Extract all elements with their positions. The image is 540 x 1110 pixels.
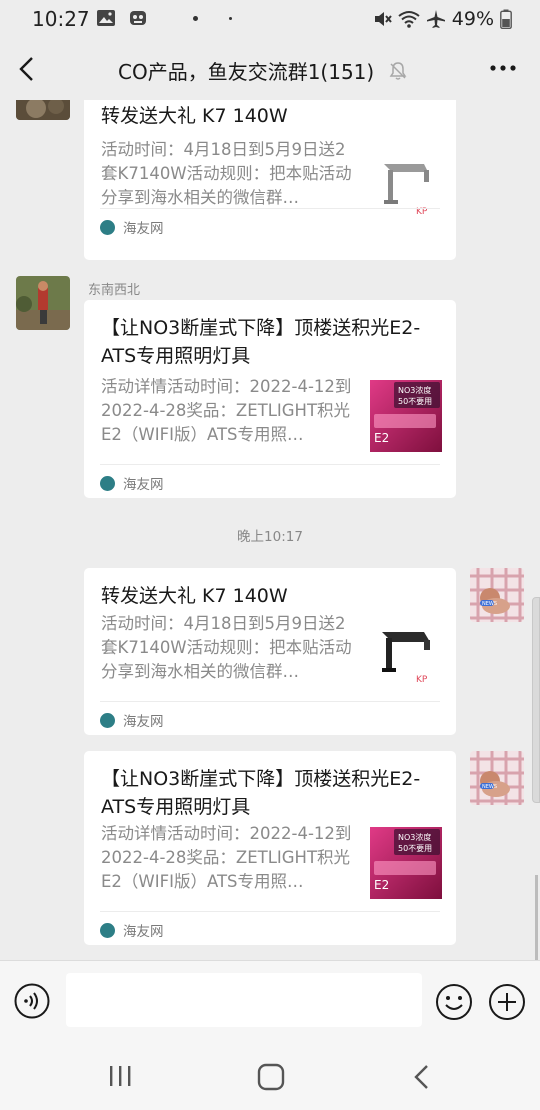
- shared-link-card[interactable]: 转发送大礼 K7 140W 活动时间：4月18日到5月9日送2套K7140W活动…: [84, 568, 456, 735]
- self-avatar-image: NEWS: [470, 568, 524, 622]
- source-app-icon: [100, 712, 115, 728]
- avatar[interactable]: NEWS: [470, 568, 524, 622]
- card-title: 转发送大礼 K7 140W: [101, 585, 288, 607]
- system-navigation-bar: [0, 1040, 540, 1110]
- status-time: 10:27: [32, 7, 90, 31]
- svg-text:KP: KP: [416, 675, 428, 685]
- source-app-icon: [100, 922, 115, 938]
- source-name: 海友网: [123, 924, 164, 940]
- card-source: 海友网: [100, 473, 164, 493]
- svg-text:NO3浓度: NO3浓度: [398, 832, 431, 842]
- voice-icon[interactable]: [14, 983, 50, 1019]
- self-avatar-image: NEWS: [470, 751, 524, 805]
- source-app-icon: [100, 219, 115, 235]
- avatar[interactable]: NEWS: [470, 751, 524, 805]
- svg-text:50不要用: 50不要用: [398, 844, 432, 853]
- message-timestamp: 晚上10:17: [237, 529, 303, 545]
- sender-avatar-image: [16, 276, 70, 330]
- svg-text:E2: E2: [374, 431, 389, 445]
- shared-link-card[interactable]: 【让NO3断崖式下降】顶楼送积光E2-ATS专用照明灯具 活动详情活动时间：20…: [84, 751, 456, 945]
- e2-light-thumbnail: NO3浓度 50不要用 E2: [370, 380, 442, 452]
- card-description: 活动详情活动时间：2022-4-12到2022-4-28奖品：ZETLIGHT积…: [101, 377, 352, 444]
- scrollbar[interactable]: [535, 875, 538, 960]
- status-bar: 10:27 49%: [0, 0, 540, 38]
- source-app-icon: [100, 475, 115, 491]
- svg-text:50不要用: 50不要用: [398, 397, 432, 406]
- card-description: 活动时间：4月18日到5月9日送2套K7140W活动规则：把本贴活动分享到海水相…: [101, 614, 352, 681]
- gallery-icon: [97, 10, 115, 26]
- plus-icon[interactable]: [488, 983, 526, 1021]
- notification-dot-icon: [229, 17, 232, 20]
- card-source: 海友网: [100, 710, 164, 730]
- card-description: 活动详情活动时间：2022-4-12到2022-4-28奖品：ZETLIGHT积…: [101, 824, 352, 891]
- app-icon: [130, 11, 146, 25]
- airplane-icon: [426, 10, 445, 28]
- system-back-icon[interactable]: [410, 1062, 434, 1092]
- sender-name: 东南西北: [88, 283, 141, 298]
- shared-link-card[interactable]: 【让NO3断崖式下降】顶楼送积光E2-ATS专用照明灯具 活动详情活动时间：20…: [84, 300, 456, 498]
- avatar[interactable]: [16, 100, 70, 120]
- card-description: 活动时间：4月18日到5月9日送2套K7140W活动规则：把本贴活动分享到海水相…: [101, 140, 352, 207]
- source-name: 海友网: [123, 477, 164, 493]
- chat-title-group: CO产品，鱼友交流群1(151): [118, 56, 408, 85]
- wifi-icon: [398, 11, 420, 28]
- shared-link-card[interactable]: 转发送大礼 K7 140W 活动时间：4月18日到5月9日送2套K7140W活动…: [84, 100, 456, 260]
- edge-panel-handle[interactable]: [532, 597, 540, 803]
- chat-area[interactable]: 转发送大礼 K7 140W 活动时间：4月18日到5月9日送2套K7140W活动…: [0, 100, 540, 960]
- avatar[interactable]: [16, 276, 70, 330]
- home-icon[interactable]: [257, 1063, 285, 1091]
- input-bar: [0, 960, 540, 1040]
- svg-text:E2: E2: [374, 878, 389, 892]
- sender-avatar-image: [16, 100, 70, 120]
- card-title: 【让NO3断崖式下降】顶楼送积光E2-ATS专用照明灯具: [101, 768, 421, 818]
- chat-title: CO产品，鱼友交流群1(151): [118, 60, 375, 84]
- battery-percent: 49%: [451, 8, 494, 30]
- more-icon[interactable]: [488, 58, 518, 78]
- svg-text:NO3浓度: NO3浓度: [398, 385, 431, 395]
- svg-text:NEWS: NEWS: [482, 784, 497, 790]
- emoji-icon[interactable]: [435, 983, 473, 1021]
- source-name: 海友网: [123, 714, 164, 730]
- mute-icon: [374, 12, 392, 26]
- back-arrow-icon[interactable]: [14, 54, 40, 84]
- card-title: 转发送大礼 K7 140W: [101, 105, 288, 127]
- message-input[interactable]: [66, 973, 422, 1027]
- card-source: 海友网: [100, 920, 164, 940]
- bell-off-icon: [389, 61, 407, 80]
- chat-header: CO产品，鱼友交流群1(151): [0, 38, 540, 100]
- card-source: 海友网: [100, 217, 164, 237]
- lamp-k7-thumbnail: KP: [370, 618, 442, 690]
- notification-dot-icon: [193, 16, 198, 21]
- svg-text:NEWS: NEWS: [482, 601, 497, 607]
- lamp-k7-thumbnail: KP: [370, 150, 442, 222]
- battery-icon: [500, 9, 512, 29]
- card-title: 【让NO3断崖式下降】顶楼送积光E2-ATS专用照明灯具: [101, 317, 421, 367]
- e2-light-thumbnail: NO3浓度 50不要用 E2: [370, 827, 442, 899]
- recent-apps-icon[interactable]: [106, 1064, 134, 1088]
- source-name: 海友网: [123, 221, 164, 237]
